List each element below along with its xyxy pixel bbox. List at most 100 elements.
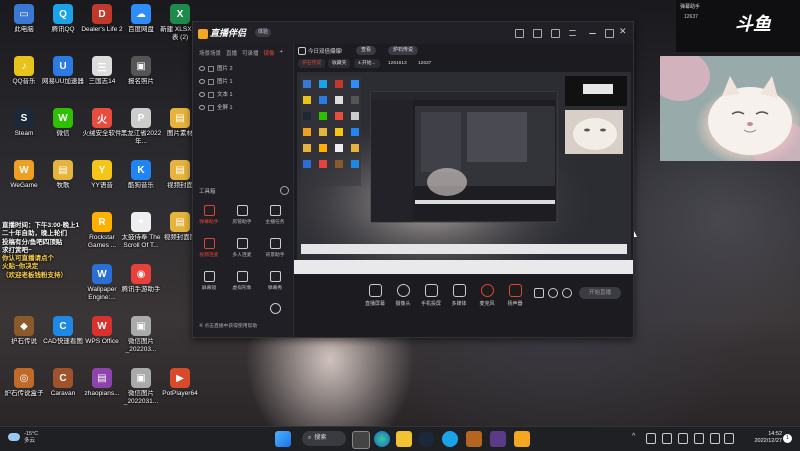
menu-icon[interactable] (569, 30, 576, 36)
desktop-icon[interactable]: ▣ 报名照片 (119, 54, 163, 104)
help-tip[interactable]: ※ 点击直播中获得使用帮助 (199, 322, 257, 329)
desktop-icon[interactable]: ▣ 微信图片_202203... (119, 314, 163, 364)
desktop-icon[interactable]: W WPS Office (80, 314, 124, 364)
eye-icon[interactable] (199, 92, 205, 98)
qq-icon[interactable] (442, 431, 458, 447)
desktop-icon[interactable]: C Caravan (41, 366, 85, 416)
desktop-icon[interactable]: ▣ 微信图片_2022031... (119, 366, 163, 416)
category-button[interactable]: 炉石传说 (388, 46, 419, 55)
desktop-icon[interactable]: C CAD快速看图 (41, 314, 85, 364)
tool-background[interactable]: 背景助手 (260, 238, 290, 262)
desktop-icon[interactable]: ▤ zhaopians... (80, 366, 124, 416)
tool-avatar[interactable]: 虚拟形象 (227, 271, 257, 295)
maximize-icon[interactable] (605, 29, 614, 38)
tray-app-icon[interactable] (646, 433, 656, 444)
taskbar-search[interactable]: ⌕ 搜索 (302, 431, 346, 446)
desktop-icon[interactable]: Q 腾讯QQ (41, 2, 85, 52)
desktop-icon[interactable]: ✶ 太鼓侍奉 The Scroll Of T... (119, 210, 163, 260)
desktop-icon[interactable]: ▶ PotPlayer64 (158, 366, 202, 416)
desktop-icon[interactable]: D Dealer's Life 2 (80, 2, 124, 52)
source-screen-button[interactable]: 直播屏幕 (360, 284, 390, 307)
tab-mirror[interactable]: 镜像 (264, 49, 275, 57)
taskbar-clock[interactable]: 14:52 2022/12/27 (742, 431, 782, 445)
game-icon[interactable] (490, 431, 506, 447)
lock-icon[interactable] (208, 91, 214, 98)
notification-badge[interactable]: 1 (783, 434, 792, 443)
stream-preview[interactable] (297, 72, 631, 260)
desktop-icon[interactable]: K 酷狗音乐 (119, 158, 163, 208)
desktop-icon[interactable]: ◉ 腾讯手游助手 (119, 262, 163, 312)
desktop-icon[interactable]: ▭ 此电脑 (2, 2, 46, 52)
tool-more[interactable] (260, 303, 290, 327)
tool-screen-mirror[interactable]: 屏幕镜 (194, 271, 224, 295)
tool-multi-link[interactable]: 多人连麦 (227, 238, 257, 262)
desktop-icon[interactable]: 火火绒安全软件 (80, 106, 124, 156)
favorites-chip[interactable]: 收藏夹 (328, 59, 351, 68)
tab-add[interactable]: + (280, 49, 283, 57)
eye-icon[interactable] (199, 79, 205, 85)
file-explorer-icon[interactable] (396, 431, 412, 447)
settings-icon[interactable] (551, 29, 560, 38)
desktop-icon[interactable]: S Steam (2, 106, 46, 156)
volume-icon[interactable] (724, 433, 734, 444)
desktop-icon[interactable]: W 微信 (41, 106, 85, 156)
speaker-button[interactable]: 扬声器 (500, 284, 530, 307)
edge-icon[interactable] (374, 431, 390, 447)
lock-icon[interactable] (208, 104, 214, 111)
desktop-icon[interactable]: 三三国志14 (80, 54, 124, 104)
source-media-button[interactable]: 多媒体 (444, 284, 474, 307)
tool-room-admin[interactable]: 房管助手 (227, 205, 257, 229)
chevron-up-icon[interactable]: ^ (632, 433, 635, 440)
record-icon[interactable] (534, 288, 544, 298)
weather-widget[interactable]: -15°C 多云 (8, 431, 38, 445)
streamer-app-window[interactable]: 直播伴侣 体验 ✕ 场景场景 直播 可录播 镜像 + 图片 2 图片 1 文本 … (192, 21, 634, 338)
source-camera-button[interactable]: 摄像头 (388, 284, 418, 307)
desktop-icon[interactable]: ◎ 炉石传说盒子 (2, 366, 46, 416)
tray-app-icon[interactable] (678, 433, 688, 444)
streamer-app-icon[interactable] (514, 431, 530, 447)
tab-record[interactable]: 可录播 (242, 49, 259, 57)
eye-icon[interactable] (199, 105, 205, 111)
title-bar[interactable]: 直播伴侣 体验 ✕ (193, 22, 633, 44)
sync-icon[interactable] (548, 288, 558, 298)
scene-item[interactable]: 图片 1 (199, 77, 287, 87)
tool-danmu-show[interactable]: 弹幕秀 (260, 271, 290, 295)
notice-view-button[interactable]: 查看 (356, 46, 377, 55)
tray-app-icon[interactable] (662, 433, 672, 444)
category-chip[interactable]: 炉石传说 (298, 59, 326, 68)
desktop-icon[interactable]: U 网易UU加速器 (41, 54, 85, 104)
tray-app-icon[interactable] (694, 433, 704, 444)
desktop-icon[interactable]: ♪ QQ音乐 (2, 54, 46, 104)
toolbox-settings-icon[interactable] (280, 186, 289, 195)
windows-start-icon[interactable] (275, 431, 291, 447)
lock-icon[interactable] (208, 65, 214, 72)
steam-icon[interactable] (418, 431, 434, 447)
start-chip[interactable]: 4.开始... (354, 59, 380, 68)
desktop-icon[interactable]: ☁ 百度网盘 (119, 2, 163, 52)
desktop-icon[interactable]: Y YY语音 (80, 158, 124, 208)
desktop-icon[interactable]: ◆ 护石传说 (2, 314, 46, 364)
message-icon[interactable] (515, 29, 524, 38)
go-live-button[interactable]: 开始直播 (579, 287, 621, 299)
minimize-icon[interactable] (589, 29, 596, 34)
tool-anchor-task[interactable]: 主播任务 (260, 205, 290, 229)
desktop-icon[interactable]: P 黑龙江省2022年... (119, 106, 163, 156)
scene-item[interactable]: 图片 2 (199, 64, 287, 74)
skin-icon[interactable] (533, 29, 542, 38)
gear-icon[interactable] (562, 288, 572, 298)
version-badge[interactable]: 体验 (255, 28, 272, 37)
desktop-icon[interactable]: W WeGame (2, 158, 46, 208)
close-icon[interactable]: ✕ (619, 26, 627, 37)
hearthstone-icon[interactable] (466, 431, 482, 447)
tool-danmu-helper[interactable]: 弹幕助手 (194, 205, 224, 229)
scene-item[interactable]: 文本 1 (199, 90, 287, 100)
task-view-icon[interactable] (352, 431, 370, 449)
microphone-button[interactable]: 麦克风 (472, 284, 502, 307)
tab-live[interactable]: 直播 (226, 49, 237, 57)
wifi-icon[interactable] (710, 433, 720, 444)
lock-icon[interactable] (208, 78, 214, 85)
tool-video-link[interactable]: 视频连麦 (194, 238, 224, 262)
desktop-icon[interactable]: ▤ 牧歌 (41, 158, 85, 208)
scene-item[interactable]: 全屏 1 (199, 103, 287, 113)
source-phone-button[interactable]: 手机投屏 (416, 284, 446, 307)
